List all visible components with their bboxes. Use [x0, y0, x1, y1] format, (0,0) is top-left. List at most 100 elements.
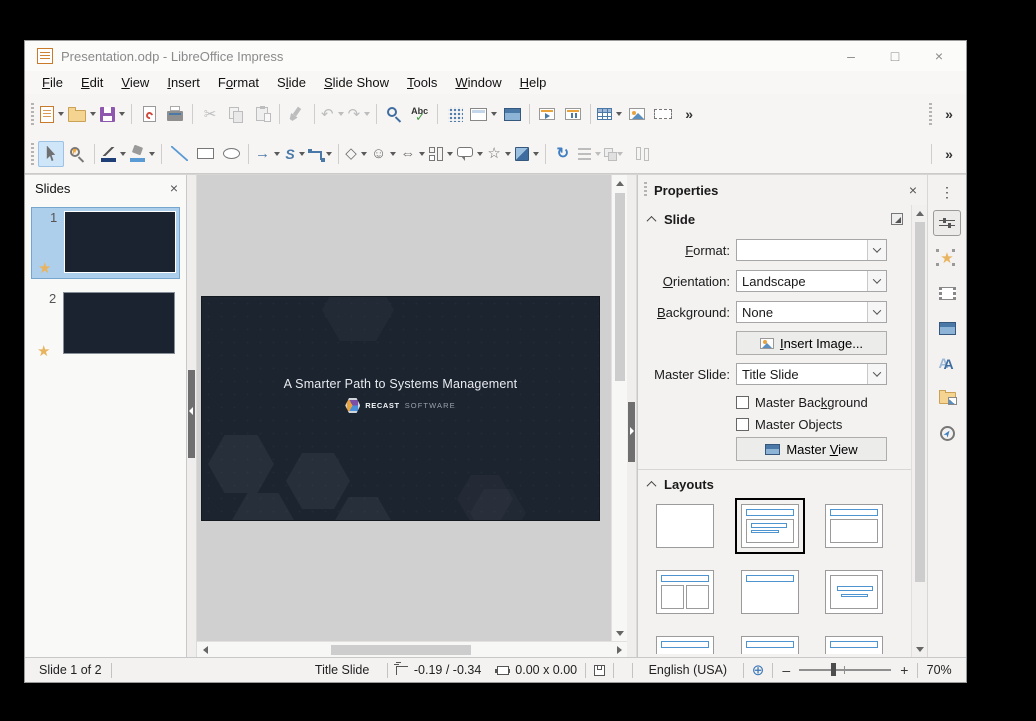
menu-window[interactable]: Window [446, 73, 510, 92]
select-icon[interactable] [38, 141, 64, 167]
display-views-icon[interactable] [468, 101, 499, 127]
zoom-slider-thumb[interactable] [831, 663, 836, 676]
redo-icon[interactable]: ↷ [346, 101, 373, 127]
print-icon[interactable] [162, 101, 188, 127]
tab-master-slides[interactable] [933, 315, 961, 341]
insert-line-icon[interactable] [166, 141, 192, 167]
zoom-in-button[interactable]: + [899, 662, 909, 678]
zoom-percentage[interactable]: 70% [918, 658, 960, 682]
chevron-down-icon[interactable] [867, 240, 886, 260]
undo-icon[interactable]: ↶ [319, 101, 346, 127]
layout-title-two-content[interactable] [656, 570, 714, 614]
start-from-current-slide-icon[interactable] [560, 101, 586, 127]
menu-slide[interactable]: Slide [268, 73, 315, 92]
scroll-down-icon[interactable] [912, 641, 928, 657]
scrollbar-thumb[interactable] [915, 222, 925, 582]
language-status[interactable]: English (USA) [633, 658, 743, 682]
toolbar-overflow-icon[interactable]: » [676, 101, 702, 127]
chevron-down-icon[interactable] [867, 364, 886, 384]
scrollbar-thumb[interactable] [331, 645, 471, 655]
slide-title-text[interactable]: A Smarter Path to Systems Management [202, 377, 599, 391]
master-view-button[interactable]: Master View [736, 437, 887, 461]
master-objects-checkbox[interactable] [736, 418, 749, 431]
scroll-down-icon[interactable] [612, 625, 628, 641]
chevron-down-icon[interactable] [867, 302, 886, 322]
document-modified-status[interactable] [586, 658, 613, 682]
slides-panel-close-icon[interactable]: × [170, 180, 178, 196]
draw-area[interactable]: A Smarter Path to Systems Management REC… [197, 175, 611, 641]
curves-polygons-icon[interactable]: S [282, 141, 308, 167]
zoom-pan-icon[interactable] [64, 141, 90, 167]
basic-shapes-icon[interactable]: ◇ [343, 141, 369, 167]
find-replace-icon[interactable] [381, 101, 407, 127]
left-panel-splitter[interactable] [187, 175, 197, 657]
ellipse-icon[interactable] [218, 141, 244, 167]
layout-row3-3[interactable] [825, 636, 883, 654]
sidebar-menu-icon[interactable]: ⋮ [933, 183, 961, 201]
chevron-down-icon[interactable] [867, 271, 886, 291]
master-slide-select[interactable]: Title Slide [736, 363, 887, 385]
insert-table-icon[interactable] [595, 101, 624, 127]
star-shapes-icon[interactable]: ☆ [485, 141, 512, 167]
rectangle-icon[interactable] [192, 141, 218, 167]
menu-insert[interactable]: Insert [158, 73, 209, 92]
properties-close-icon[interactable]: × [909, 182, 917, 198]
minimize-button[interactable]: – [842, 48, 860, 64]
background-select[interactable]: None [736, 301, 887, 323]
display-grid-icon[interactable] [442, 101, 468, 127]
3d-objects-icon[interactable] [513, 141, 541, 167]
block-arrows-icon[interactable]: ⇔ [398, 141, 427, 167]
scroll-right-icon[interactable] [611, 642, 627, 658]
start-from-first-slide-icon[interactable] [534, 101, 560, 127]
tab-styles[interactable] [933, 350, 961, 376]
tab-slide-transition[interactable] [933, 280, 961, 306]
more-options-icon[interactable] [891, 213, 903, 225]
new-document-icon[interactable] [38, 101, 66, 127]
fit-slide-button[interactable]: ⊕ [744, 658, 773, 682]
menu-file[interactable]: File [33, 73, 72, 92]
scroll-up-icon[interactable] [912, 205, 928, 221]
line-color-icon[interactable] [99, 141, 128, 167]
layout-title-content[interactable] [741, 504, 799, 548]
cut-icon[interactable]: ✂ [197, 101, 223, 127]
save-icon[interactable] [98, 101, 127, 127]
flowchart-icon[interactable] [427, 141, 455, 167]
menu-help[interactable]: Help [511, 73, 556, 92]
menu-format[interactable]: Format [209, 73, 268, 92]
sidebar-scrollbar[interactable] [911, 205, 927, 657]
copy-icon[interactable] [223, 101, 249, 127]
menu-view[interactable]: View [112, 73, 158, 92]
tab-animation[interactable]: ★ [933, 245, 961, 271]
scroll-up-icon[interactable] [612, 175, 628, 191]
export-pdf-icon[interactable] [136, 101, 162, 127]
open-file-icon[interactable] [66, 101, 98, 127]
orientation-select[interactable]: Landscape [736, 270, 887, 292]
spelling-icon[interactable] [407, 101, 433, 127]
close-button[interactable]: × [930, 48, 948, 64]
toolbar-overflow-icon[interactable]: » [936, 101, 962, 127]
layout-row3-1[interactable] [656, 636, 714, 654]
slide-thumbnail-2[interactable]: 2 ★ [31, 289, 180, 361]
layout-blank[interactable] [656, 504, 714, 548]
layout-title-only[interactable] [741, 570, 799, 614]
layout-title-content-2[interactable] [825, 504, 883, 548]
master-background-checkbox[interactable] [736, 396, 749, 409]
tab-properties[interactable] [933, 210, 961, 236]
toolbar-overflow-icon[interactable]: » [936, 141, 962, 167]
menu-tools[interactable]: Tools [398, 73, 446, 92]
slide-thumbnail-1[interactable]: 1 ★ [31, 207, 180, 279]
format-select[interactable] [736, 239, 887, 261]
slide-canvas[interactable]: A Smarter Path to Systems Management REC… [202, 297, 599, 520]
tab-gallery[interactable] [933, 385, 961, 411]
callout-shapes-icon[interactable] [455, 141, 485, 167]
clone-formatting-icon[interactable] [284, 101, 310, 127]
paste-icon[interactable] [249, 101, 275, 127]
right-panel-splitter[interactable] [627, 175, 637, 657]
zoom-out-button[interactable]: – [781, 662, 791, 678]
symbol-shapes-icon[interactable]: ☺ [369, 141, 398, 167]
slide-area-vertical-scrollbar[interactable] [611, 175, 627, 641]
menu-slide-show[interactable]: Slide Show [315, 73, 398, 92]
master-slide-icon[interactable] [499, 101, 525, 127]
insert-image-button[interactable]: Insert Image... [736, 331, 887, 355]
zoom-slider[interactable] [799, 669, 891, 671]
